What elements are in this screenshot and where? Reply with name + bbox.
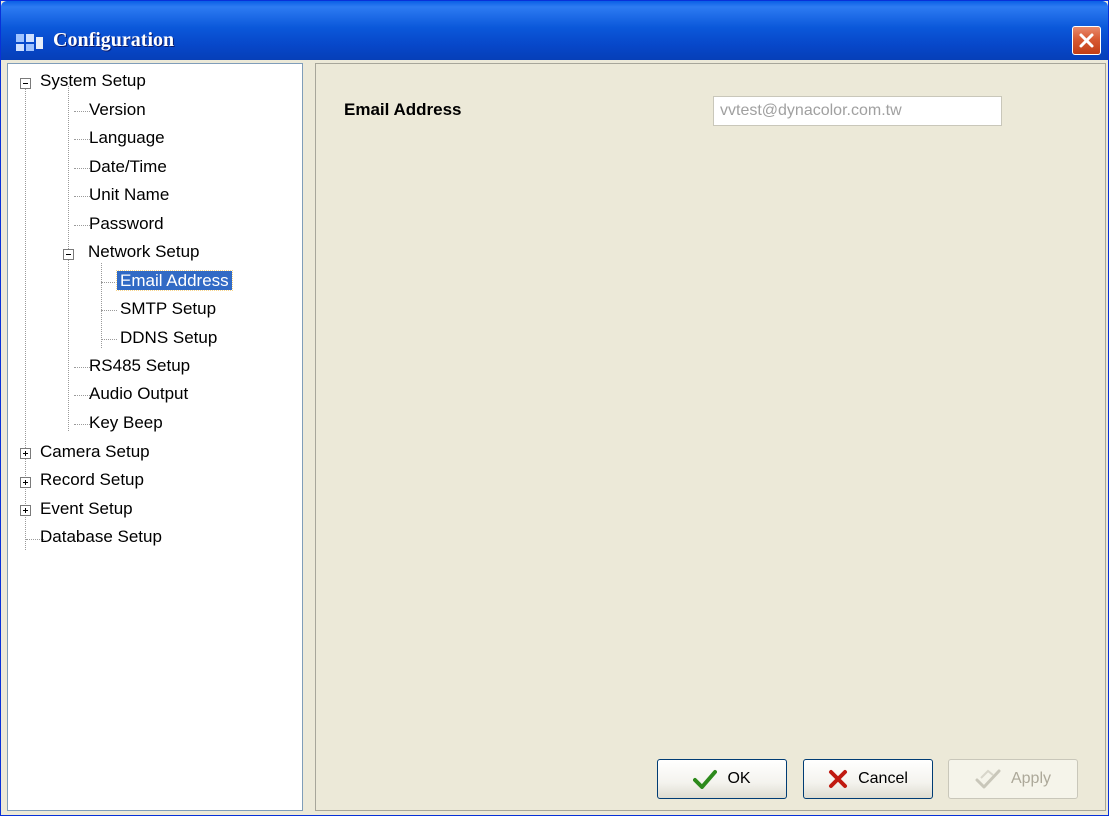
collapse-toggle-network-setup[interactable] bbox=[63, 249, 74, 260]
close-icon bbox=[1079, 33, 1094, 48]
collapse-toggle-system-setup[interactable] bbox=[20, 78, 31, 89]
tree-line bbox=[74, 424, 90, 425]
tree-item-password[interactable]: Password bbox=[89, 211, 164, 237]
tree-item-system-setup[interactable]: System Setup bbox=[40, 68, 146, 94]
ok-button[interactable]: OK bbox=[657, 759, 787, 799]
tree-line bbox=[101, 339, 117, 340]
window-title: Configuration bbox=[53, 29, 175, 51]
expand-toggle-event-setup[interactable] bbox=[20, 505, 31, 516]
apply-button[interactable]: Apply bbox=[948, 759, 1078, 799]
cross-icon bbox=[828, 769, 848, 789]
settings-content-panel bbox=[315, 63, 1106, 811]
tree-item-date-time[interactable]: Date/Time bbox=[89, 154, 167, 180]
tree-line bbox=[74, 168, 90, 169]
title-bar[interactable]: Configuration bbox=[1, 1, 1108, 60]
checkmark-icon bbox=[693, 769, 718, 789]
tree-item-record-setup[interactable]: Record Setup bbox=[40, 467, 144, 493]
email-address-field[interactable] bbox=[713, 96, 1002, 126]
apply-button-label: Apply bbox=[1010, 770, 1052, 787]
email-address-label: Email Address bbox=[344, 100, 462, 119]
cancel-button[interactable]: Cancel bbox=[803, 759, 933, 799]
tree-item-event-setup[interactable]: Event Setup bbox=[40, 496, 133, 522]
tree-item-database-setup[interactable]: Database Setup bbox=[40, 524, 162, 550]
tree-line bbox=[101, 263, 102, 348]
tree-item-ddns-setup[interactable]: DDNS Setup bbox=[120, 325, 217, 351]
expand-toggle-record-setup[interactable] bbox=[20, 477, 31, 488]
tree-item-rs485-setup[interactable]: RS485 Setup bbox=[89, 353, 190, 379]
tree-item-unit-name[interactable]: Unit Name bbox=[89, 182, 169, 208]
expand-toggle-camera-setup[interactable] bbox=[20, 448, 31, 459]
tree-item-language[interactable]: Language bbox=[89, 125, 165, 151]
tree-line bbox=[74, 196, 90, 197]
app-icon bbox=[15, 31, 45, 53]
settings-tree[interactable]: System Setup Version Language Date/Time … bbox=[7, 63, 303, 811]
tree-item-camera-setup[interactable]: Camera Setup bbox=[40, 439, 150, 465]
tree-line bbox=[101, 282, 117, 283]
close-button[interactable] bbox=[1072, 26, 1101, 55]
tree-item-email-address[interactable]: Email Address bbox=[116, 268, 233, 294]
tree-line bbox=[74, 139, 90, 140]
tree-line bbox=[74, 111, 90, 112]
ok-button-label: OK bbox=[727, 770, 751, 787]
tree-line bbox=[101, 310, 117, 311]
tree-line bbox=[74, 367, 90, 368]
tree-line bbox=[74, 225, 90, 226]
tree-item-audio-output[interactable]: Audio Output bbox=[89, 381, 188, 407]
tree-line bbox=[74, 395, 90, 396]
configuration-window: Configuration System Setup Version Langu… bbox=[0, 0, 1109, 816]
tree-item-version[interactable]: Version bbox=[89, 97, 146, 123]
tree-item-smtp-setup[interactable]: SMTP Setup bbox=[120, 296, 216, 322]
cancel-button-label: Cancel bbox=[858, 770, 908, 787]
tree-item-network-setup[interactable]: Network Setup bbox=[88, 239, 200, 265]
apply-icon bbox=[975, 768, 1001, 790]
tree-item-key-beep[interactable]: Key Beep bbox=[89, 410, 163, 436]
